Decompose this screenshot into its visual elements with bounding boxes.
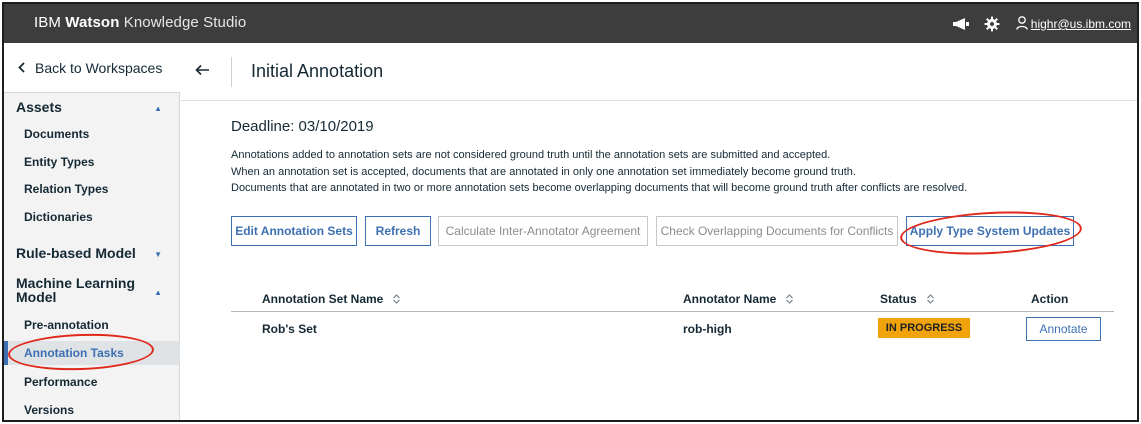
calculate-iaa-button[interactable]: Calculate Inter-Annotator Agreement — [438, 216, 648, 246]
caret-up-icon: ▲ — [154, 104, 162, 113]
user-menu[interactable]: highr@us.ibm.com — [1015, 15, 1131, 33]
cell-set-name: Rob's Set — [262, 322, 317, 336]
sort-icon — [786, 294, 794, 304]
ground-truth-notes: Annotations added to annotation sets are… — [231, 147, 967, 197]
back-to-workspaces-label: Back to Workspaces — [35, 59, 163, 76]
sidebar-item-documents[interactable]: Documents — [24, 127, 89, 141]
sort-icon — [393, 294, 401, 304]
sidebar-section-rule-based-model[interactable]: Rule-based Model ▼ — [16, 245, 176, 261]
user-email: highr@us.ibm.com — [1030, 17, 1131, 31]
sort-icon — [926, 294, 934, 304]
arrow-left-icon[interactable] — [195, 63, 210, 81]
note-line: Annotations added to annotation sets are… — [231, 149, 831, 161]
sidebar-section-machine-learning-model[interactable]: Machine Learning Model ▲ — [16, 276, 176, 304]
column-header-action: Action — [1031, 292, 1069, 306]
table-header: Annotation Set Name Annotator Name Statu… — [231, 288, 1114, 312]
main-content: Initial Annotation Deadline: 03/10/2019 … — [181, 43, 1137, 420]
megaphone-icon[interactable] — [952, 17, 970, 31]
top-bar: IBM Watson Knowledge Studio highr@us.ibm… — [4, 4, 1137, 43]
back-to-workspaces-link[interactable]: Back to Workspaces — [4, 43, 180, 93]
caret-down-icon: ▼ — [154, 250, 162, 259]
sidebar-item-pre-annotation[interactable]: Pre-annotation — [24, 318, 109, 332]
edit-annotation-sets-button[interactable]: Edit Annotation Sets — [231, 216, 357, 246]
note-line: When an annotation set is accepted, docu… — [231, 165, 856, 178]
sidebar-item-performance[interactable]: Performance — [24, 375, 97, 389]
column-header-set-name[interactable]: Annotation Set Name — [262, 292, 401, 306]
brand-logo: IBM Watson Knowledge Studio — [34, 14, 247, 31]
annotate-button[interactable]: Annotate — [1026, 317, 1101, 341]
sidebar-item-versions[interactable]: Versions — [24, 403, 74, 417]
caret-up-icon: ▲ — [154, 288, 162, 297]
apply-type-system-updates-button[interactable]: Apply Type System Updates — [906, 216, 1074, 246]
column-header-annotator-name[interactable]: Annotator Name — [683, 292, 794, 306]
top-bar-actions: highr@us.ibm.com — [938, 13, 1131, 35]
column-header-status[interactable]: Status — [880, 292, 934, 306]
check-overlapping-documents-button[interactable]: Check Overlapping Documents for Conflict… — [656, 216, 898, 246]
sidebar-item-entity-types[interactable]: Entity Types — [24, 155, 94, 169]
page-title: Initial Annotation — [251, 61, 384, 81]
cell-annotator-name: rob-high — [683, 322, 732, 336]
refresh-button[interactable]: Refresh — [365, 216, 431, 246]
sidebar-item-annotation-tasks[interactable]: Annotation Tasks — [4, 341, 180, 365]
sidebar: Back to Workspaces Assets ▲ Documents En… — [4, 43, 180, 420]
user-icon — [1015, 15, 1028, 33]
note-line: Documents that are annotated in two or m… — [231, 182, 968, 194]
sidebar-item-relation-types[interactable]: Relation Types — [24, 182, 108, 196]
app-window: IBM Watson Knowledge Studio highr@us.ibm… — [2, 2, 1139, 422]
sidebar-section-assets[interactable]: Assets ▲ — [16, 99, 176, 115]
status-badge: IN PROGRESS — [878, 318, 970, 338]
sidebar-item-dictionaries[interactable]: Dictionaries — [24, 210, 93, 224]
gear-icon[interactable] — [984, 16, 1000, 32]
table-row: Rob's Set rob-high IN PROGRESS Annotate — [231, 314, 1114, 342]
deadline-label: Deadline: 03/10/2019 — [231, 118, 374, 135]
page-header: Initial Annotation — [181, 43, 1137, 101]
chevron-left-icon — [18, 60, 25, 76]
header-divider — [231, 57, 232, 87]
